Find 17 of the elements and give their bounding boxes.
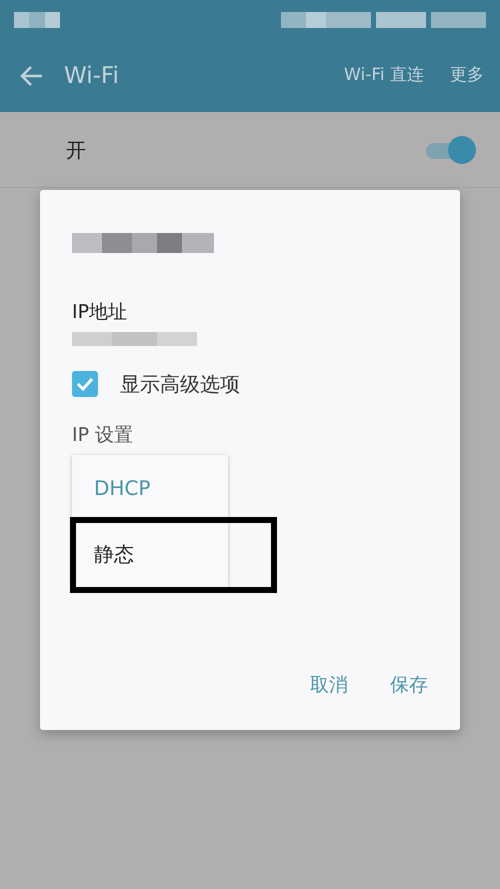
check-icon bbox=[76, 376, 94, 390]
advanced-options-checkbox[interactable] bbox=[72, 370, 98, 396]
dialog-button[interactable]: 取消 bbox=[310, 667, 348, 704]
advanced-options-label: 显示高级选项 bbox=[120, 370, 240, 398]
redacted-status-icon bbox=[281, 10, 486, 30]
ip-settings-label: IP 设置 bbox=[72, 422, 134, 448]
menu-option[interactable]: DHCP bbox=[72, 455, 228, 521]
back-arrow-icon[interactable] bbox=[20, 65, 44, 87]
wifi-toggle[interactable] bbox=[424, 134, 476, 164]
page-title: Wi-Fi bbox=[64, 62, 119, 91]
dialog-button[interactable]: 保存 bbox=[390, 667, 428, 704]
menu-option[interactable]: 静态 bbox=[72, 521, 228, 587]
ip-address-label: IP地址 bbox=[72, 300, 128, 325]
action-button[interactable]: Wi-Fi 直连 bbox=[344, 63, 424, 89]
action-button[interactable]: 更多 bbox=[450, 63, 484, 89]
redacted-status-icon bbox=[14, 10, 60, 30]
wifi-switch-label: 开 bbox=[66, 136, 86, 164]
